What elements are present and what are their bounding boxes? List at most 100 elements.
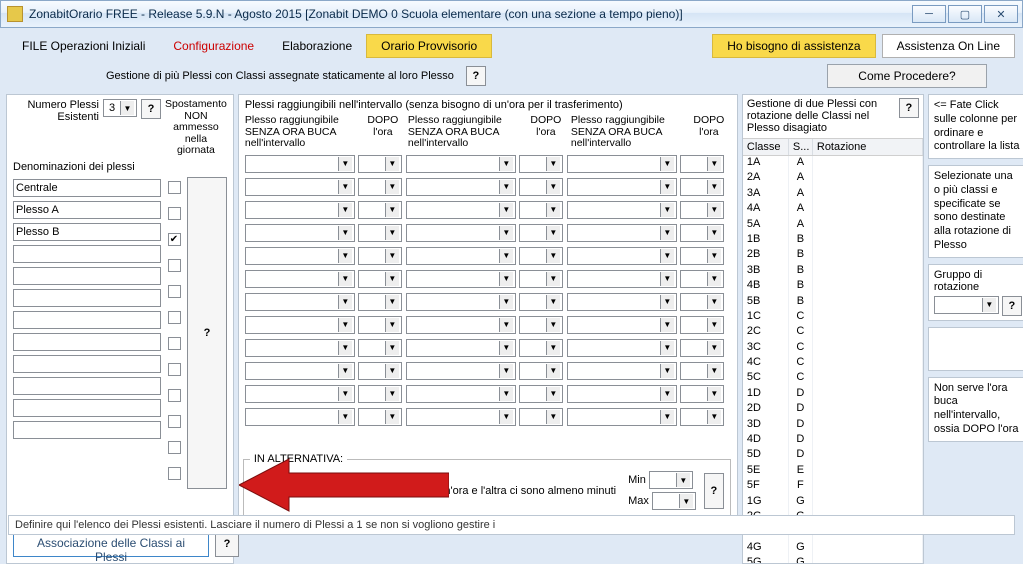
table-row[interactable]: 5GG: [743, 556, 923, 563]
plesso-raggiungibile-select[interactable]: ▼: [245, 385, 355, 403]
dopo-ora-select[interactable]: ▼: [519, 316, 563, 334]
plesso-name-input[interactable]: [13, 421, 161, 439]
dopo-ora-select[interactable]: ▼: [680, 224, 724, 242]
help-button-right[interactable]: ?: [899, 98, 919, 118]
dopo-ora-select[interactable]: ▼: [358, 339, 402, 357]
gruppo-rotazione-select[interactable]: ▼: [934, 296, 999, 314]
plesso-raggiungibile-select[interactable]: ▼: [567, 408, 677, 426]
plesso-raggiungibile-select[interactable]: ▼: [245, 316, 355, 334]
table-row[interactable]: 4BB: [743, 279, 923, 294]
num-plessi-select[interactable]: 3▼: [103, 99, 137, 117]
dopo-ora-select[interactable]: ▼: [519, 385, 563, 403]
table-row[interactable]: 5DD: [743, 448, 923, 463]
spostamento-checkbox[interactable]: [168, 285, 181, 298]
plesso-name-input[interactable]: [13, 399, 161, 417]
dopo-ora-select[interactable]: ▼: [680, 408, 724, 426]
plesso-name-input[interactable]: [13, 267, 161, 285]
spostamento-checkbox[interactable]: [168, 259, 181, 272]
help-button-top[interactable]: ?: [466, 66, 486, 86]
help-button-num-plessi[interactable]: ?: [141, 99, 161, 119]
table-row[interactable]: 4DD: [743, 433, 923, 448]
plesso-raggiungibile-select[interactable]: ▼: [406, 362, 516, 380]
table-row[interactable]: 5CC: [743, 371, 923, 386]
spostamento-checkbox[interactable]: [168, 441, 181, 454]
dopo-ora-select[interactable]: ▼: [358, 247, 402, 265]
table-row[interactable]: 3AA: [743, 187, 923, 202]
th-sez[interactable]: S...: [789, 139, 813, 155]
th-rotazione[interactable]: Rotazione: [813, 139, 923, 155]
dopo-ora-select[interactable]: ▼: [358, 155, 402, 173]
menu-provvisorio[interactable]: Orario Provvisorio: [366, 34, 492, 58]
plesso-name-input[interactable]: [13, 355, 161, 373]
minimize-button[interactable]: ─: [912, 5, 946, 23]
table-row[interactable]: 1GG: [743, 495, 923, 510]
plesso-raggiungibile-select[interactable]: ▼: [245, 155, 355, 173]
menu-assistenza[interactable]: Ho bisogno di assistenza: [712, 34, 875, 58]
dopo-ora-select[interactable]: ▼: [519, 178, 563, 196]
dopo-ora-select[interactable]: ▼: [358, 293, 402, 311]
dopo-ora-select[interactable]: ▼: [358, 385, 402, 403]
plesso-raggiungibile-select[interactable]: ▼: [567, 385, 677, 403]
plesso-raggiungibile-select[interactable]: ▼: [245, 339, 355, 357]
classi-table[interactable]: Classe S... Rotazione 1AA2AA3AA4AA5AA1BB…: [743, 138, 923, 563]
table-row[interactable]: 2DD: [743, 402, 923, 417]
spostamento-checkbox[interactable]: [168, 363, 181, 376]
plesso-raggiungibile-select[interactable]: ▼: [406, 293, 516, 311]
dopo-ora-select[interactable]: ▼: [680, 293, 724, 311]
table-row[interactable]: 5FF: [743, 479, 923, 494]
plesso-raggiungibile-select[interactable]: ▼: [406, 247, 516, 265]
spostamento-checkbox[interactable]: [168, 467, 181, 480]
table-row[interactable]: 1AA: [743, 156, 923, 171]
dopo-ora-select[interactable]: ▼: [680, 201, 724, 219]
plesso-raggiungibile-select[interactable]: ▼: [245, 293, 355, 311]
plesso-raggiungibile-select[interactable]: ▼: [245, 270, 355, 288]
plesso-raggiungibile-select[interactable]: ▼: [245, 247, 355, 265]
plesso-name-input[interactable]: [13, 333, 161, 351]
table-row[interactable]: 1DD: [743, 387, 923, 402]
min-select[interactable]: ▼: [649, 471, 693, 489]
table-row[interactable]: 1BB: [743, 233, 923, 248]
table-row[interactable]: 2CC: [743, 325, 923, 340]
table-row[interactable]: 4GG: [743, 541, 923, 556]
maximize-button[interactable]: ▢: [948, 5, 982, 23]
help-button-gruppo[interactable]: ?: [1002, 296, 1022, 316]
dopo-ora-select[interactable]: ▼: [680, 362, 724, 380]
dopo-ora-select[interactable]: ▼: [680, 270, 724, 288]
plesso-raggiungibile-select[interactable]: ▼: [567, 178, 677, 196]
table-row[interactable]: 4CC: [743, 356, 923, 371]
plesso-raggiungibile-select[interactable]: ▼: [567, 155, 677, 173]
dopo-ora-select[interactable]: ▼: [680, 339, 724, 357]
plesso-raggiungibile-select[interactable]: ▼: [245, 178, 355, 196]
dopo-ora-select[interactable]: ▼: [519, 362, 563, 380]
menu-elab[interactable]: Elaborazione: [268, 35, 366, 57]
plesso-raggiungibile-select[interactable]: ▼: [406, 178, 516, 196]
dopo-ora-select[interactable]: ▼: [519, 408, 563, 426]
max-select[interactable]: ▼: [652, 492, 696, 510]
spostamento-checkbox[interactable]: [168, 415, 181, 428]
table-row[interactable]: 3DD: [743, 418, 923, 433]
dopo-ora-select[interactable]: ▼: [519, 155, 563, 173]
plesso-raggiungibile-select[interactable]: ▼: [567, 201, 677, 219]
dopo-ora-select[interactable]: ▼: [680, 385, 724, 403]
plesso-raggiungibile-select[interactable]: ▼: [406, 339, 516, 357]
table-row[interactable]: 3CC: [743, 341, 923, 356]
dopo-ora-select[interactable]: ▼: [358, 408, 402, 426]
menu-assistenza-online[interactable]: Assistenza On Line: [882, 34, 1015, 58]
dopo-ora-select[interactable]: ▼: [519, 201, 563, 219]
dopo-ora-select[interactable]: ▼: [680, 155, 724, 173]
plesso-raggiungibile-select[interactable]: ▼: [245, 224, 355, 242]
table-row[interactable]: 5AA: [743, 218, 923, 233]
plesso-name-input[interactable]: [13, 377, 161, 395]
plesso-raggiungibile-select[interactable]: ▼: [406, 270, 516, 288]
spostamento-checkbox[interactable]: ✔: [168, 233, 181, 246]
table-row[interactable]: 5EE: [743, 464, 923, 479]
menu-file[interactable]: FILE Operazioni Iniziali: [8, 35, 159, 57]
plesso-name-input[interactable]: [13, 223, 161, 241]
table-row[interactable]: 2BB: [743, 248, 923, 263]
spostamento-checkbox[interactable]: [168, 181, 181, 194]
spostamento-checkbox[interactable]: [168, 311, 181, 324]
dopo-ora-select[interactable]: ▼: [519, 293, 563, 311]
dopo-ora-select[interactable]: ▼: [680, 178, 724, 196]
dopo-ora-select[interactable]: ▼: [358, 316, 402, 334]
plesso-raggiungibile-select[interactable]: ▼: [406, 385, 516, 403]
